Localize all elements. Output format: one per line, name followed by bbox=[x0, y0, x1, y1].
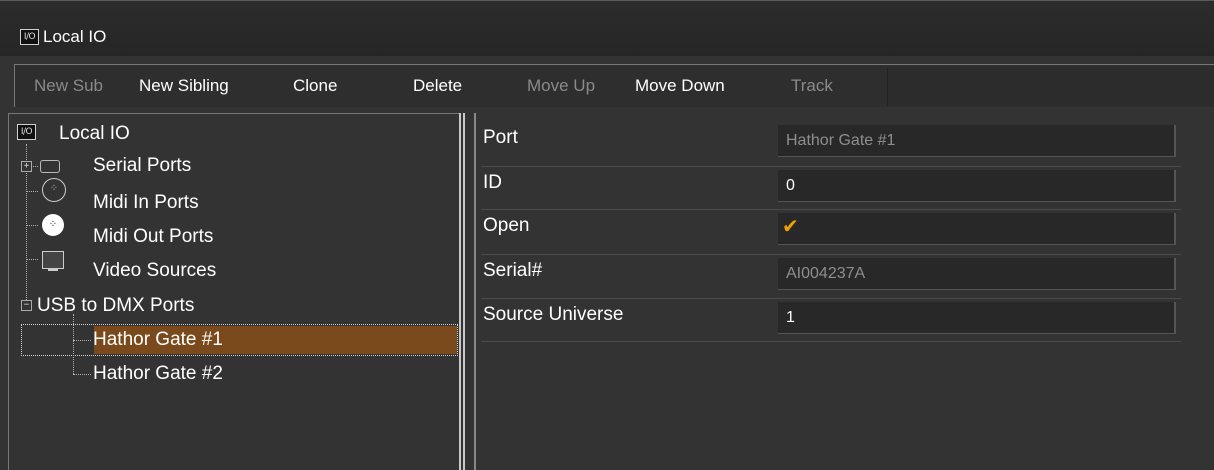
io-icon: I/O bbox=[20, 29, 39, 45]
serial-port-icon bbox=[40, 160, 60, 173]
tree-item-midi-in[interactable]: Midi In Ports bbox=[93, 191, 199, 215]
tree-item-serial-ports[interactable]: Serial Ports bbox=[93, 154, 191, 178]
collapse-icon[interactable]: − bbox=[21, 300, 32, 311]
source-universe-value: 1 bbox=[786, 309, 795, 326]
move-up-button[interactable]: Move Up bbox=[527, 76, 595, 96]
monitor-icon bbox=[42, 251, 64, 269]
io-icon: I/O bbox=[17, 124, 36, 140]
prop-row-serial: Serial# AI004237A bbox=[481, 255, 1181, 292]
tree-line bbox=[73, 374, 91, 375]
track-button[interactable]: Track bbox=[791, 76, 833, 96]
tree-panel[interactable]: I/O Local IO + Serial Ports ⁘ Midi In Po… bbox=[8, 113, 460, 470]
expand-icon[interactable]: + bbox=[21, 161, 32, 172]
check-icon[interactable]: ✔ bbox=[782, 214, 799, 238]
prop-label: Open bbox=[483, 215, 530, 236]
move-down-button[interactable]: Move Down bbox=[635, 76, 725, 96]
property-grid: Port Hathor Gate #1 ID 0 Open ✔ Serial# … bbox=[481, 113, 1214, 470]
prop-label: ID bbox=[483, 172, 502, 193]
midi-in-icon: ⁘ bbox=[42, 178, 66, 202]
tree-item-local-io[interactable]: Local IO bbox=[59, 122, 130, 146]
tree-line bbox=[73, 340, 91, 341]
prop-row-open: Open ✔ bbox=[481, 210, 1181, 247]
id-value: 0 bbox=[786, 177, 795, 194]
serial-value: AI004237A bbox=[786, 265, 866, 282]
prop-label: Source Universe bbox=[483, 304, 624, 325]
title-bar: I/O Local IO bbox=[0, 0, 1214, 56]
port-value: Hathor Gate #1 bbox=[786, 132, 896, 149]
prop-row-port: Port Hathor Gate #1 bbox=[481, 122, 1181, 159]
tree-item-video-sources[interactable]: Video Sources bbox=[93, 259, 216, 283]
toolbar: New Sub New Sibling Clone Delete Move Up… bbox=[14, 64, 1214, 107]
new-sub-button[interactable]: New Sub bbox=[34, 76, 103, 96]
tree-line bbox=[26, 259, 38, 260]
midi-out-icon: ⁘ bbox=[42, 214, 64, 236]
toolbar-empty-area bbox=[887, 68, 1214, 106]
monitor-stand bbox=[48, 269, 58, 271]
panel-splitter[interactable] bbox=[459, 113, 481, 470]
tree-item-gate-2[interactable]: Hathor Gate #2 bbox=[93, 362, 223, 386]
window-title: Local IO bbox=[43, 27, 107, 46]
prop-label: Serial# bbox=[483, 260, 543, 281]
prop-row-id: ID 0 bbox=[481, 167, 1181, 204]
id-field[interactable] bbox=[778, 170, 1176, 202]
tree-line bbox=[26, 191, 38, 192]
source-universe-field[interactable] bbox=[778, 302, 1176, 334]
tree-line bbox=[26, 225, 38, 226]
tree-item-gate-1[interactable]: Hathor Gate #1 bbox=[93, 328, 223, 352]
delete-button[interactable]: Delete bbox=[413, 76, 462, 96]
new-sibling-button[interactable]: New Sibling bbox=[139, 76, 229, 96]
prop-row-source-universe: Source Universe 1 bbox=[481, 299, 1181, 336]
tree-line bbox=[73, 314, 74, 374]
tree-item-midi-out[interactable]: Midi Out Ports bbox=[93, 225, 213, 249]
open-checkbox-cell[interactable] bbox=[778, 213, 1176, 245]
clone-button[interactable]: Clone bbox=[293, 76, 337, 96]
tree-item-usb-dmx[interactable]: USB to DMX Ports bbox=[37, 294, 194, 318]
prop-label: Port bbox=[483, 127, 518, 148]
